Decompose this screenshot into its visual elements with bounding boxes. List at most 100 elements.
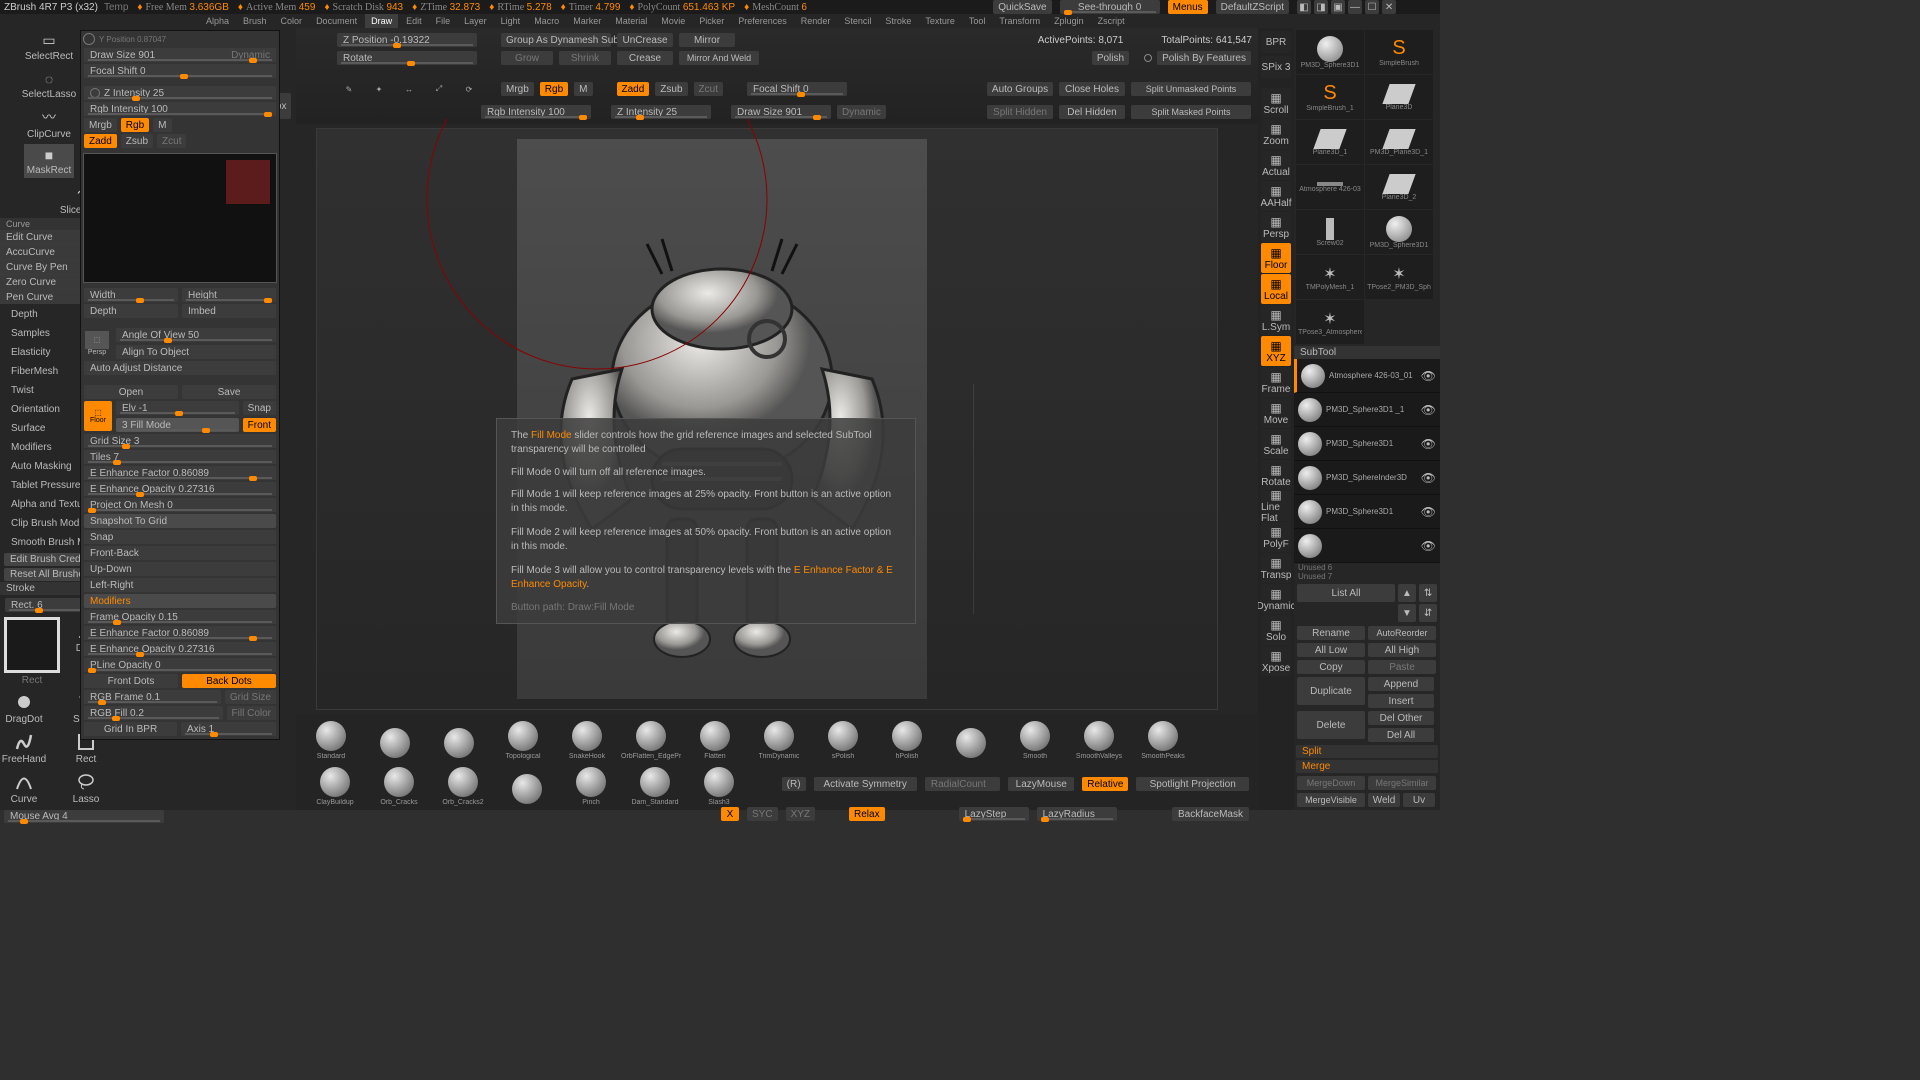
nav-move[interactable]: ▦Move xyxy=(1261,398,1291,428)
eeo2[interactable]: E Enhance Opacity 0.27316 xyxy=(84,642,276,656)
activate-symmetry[interactable]: Activate Symmetry xyxy=(814,777,917,791)
brush-dam_standard[interactable]: Dam_Standard xyxy=(624,762,686,806)
group-dynamesh[interactable]: Group As Dynamesh Sub xyxy=(501,33,611,47)
eef[interactable]: E Enhance Factor 0.86089 xyxy=(84,466,276,480)
tiles[interactable]: Tiles 7 xyxy=(84,450,276,464)
syc[interactable]: SYC xyxy=(747,807,778,821)
split-hdr[interactable]: Split xyxy=(1296,745,1438,758)
paste[interactable]: Paste xyxy=(1368,660,1436,674)
copy[interactable]: Copy xyxy=(1297,660,1365,674)
stroke-rect-icon[interactable] xyxy=(4,617,60,673)
defaultzscript-button[interactable]: DefaultZScript xyxy=(1216,0,1289,14)
edit-icon[interactable]: ✎ xyxy=(336,76,362,102)
brush-claybuildup[interactable]: ClayBuildup xyxy=(304,762,366,806)
brush-topological[interactable]: Topological xyxy=(492,716,554,760)
tool-selectrect[interactable]: ▭SelectRect xyxy=(24,30,74,64)
brush-slash3[interactable]: Slash3 xyxy=(688,762,750,806)
dyn2[interactable]: Dynamic xyxy=(837,105,886,119)
zintensity-slider[interactable]: Z Intensity 25 xyxy=(84,86,276,100)
focalshift-slider[interactable]: Focal Shift 0 xyxy=(84,64,276,78)
move-icon[interactable]: ↔ xyxy=(396,76,422,102)
tool-clipcurve[interactable]: 〰ClipCurve xyxy=(24,106,74,140)
tool-maskrect[interactable]: ■MaskRect xyxy=(24,144,74,178)
brush-smoothvalleys[interactable]: SmoothValleys xyxy=(1068,716,1130,760)
grow[interactable]: Grow xyxy=(501,51,553,65)
tool-thumb-9[interactable]: PM3D_Sphere3D1 xyxy=(1365,210,1433,254)
brush-spolish[interactable]: sPolish xyxy=(812,716,874,760)
spix[interactable]: SPix 3 xyxy=(1261,56,1291,78)
auto-adjust-distance[interactable]: Auto Adjust Distance xyxy=(84,361,276,375)
nav-rotate[interactable]: ▦Rotate xyxy=(1261,460,1291,490)
list-all[interactable]: List All xyxy=(1297,584,1395,602)
tool-thumb-4[interactable]: Plane3D_1 xyxy=(1296,120,1364,164)
stroke-dragdot-icon[interactable]: DragDot xyxy=(4,688,44,728)
menu-material[interactable]: Material xyxy=(609,14,653,28)
uv[interactable]: Uv xyxy=(1403,793,1435,807)
menu-document[interactable]: Document xyxy=(310,14,363,28)
tool-thumb-1[interactable]: SSimpleBrush xyxy=(1365,30,1433,74)
m[interactable]: M xyxy=(153,118,171,132)
mrgb[interactable]: Mrgb xyxy=(84,118,117,132)
subtool-row-3[interactable]: PM3D_SphereInder3D👁 xyxy=(1294,461,1440,495)
window-icon-2[interactable]: ◨ xyxy=(1314,0,1328,14)
brush-empty[interactable] xyxy=(940,716,1002,760)
window-icon-4[interactable]: — xyxy=(1348,0,1362,14)
rotate-slider[interactable]: Rotate xyxy=(337,51,477,65)
eye-icon[interactable]: 👁 xyxy=(1421,471,1436,485)
nav-zoom[interactable]: ▦Zoom xyxy=(1261,119,1291,149)
nav-actual[interactable]: ▦Actual xyxy=(1261,150,1291,180)
menu-movie[interactable]: Movie xyxy=(655,14,691,28)
brush-smoothpeaks[interactable]: SmoothPeaks xyxy=(1132,716,1194,760)
subtool-row-1[interactable]: PM3D_Sphere3D1 _1👁 xyxy=(1294,393,1440,427)
persp-icon[interactable]: ⬚ xyxy=(85,331,109,349)
relative[interactable]: Relative xyxy=(1082,777,1128,791)
menu-draw[interactable]: Draw xyxy=(365,14,398,28)
menu-layer[interactable]: Layer xyxy=(458,14,493,28)
rgb[interactable]: Rgb xyxy=(121,118,149,132)
open[interactable]: Open xyxy=(84,385,178,399)
menu-preferences[interactable]: Preferences xyxy=(732,14,793,28)
tool-thumb-0[interactable]: PM3D_Sphere3D1 xyxy=(1296,30,1364,74)
window-icon-5[interactable]: ☐ xyxy=(1365,0,1379,14)
snap[interactable]: Snap xyxy=(243,401,276,415)
nav-scale[interactable]: ▦Scale xyxy=(1261,429,1291,459)
brush-pinch[interactable]: Pinch xyxy=(560,762,622,806)
brush-snakehook[interactable]: SnakeHook xyxy=(556,716,618,760)
brush-empty[interactable] xyxy=(428,716,490,760)
mergedown[interactable]: MergeDown xyxy=(1297,776,1365,790)
append[interactable]: Append xyxy=(1368,677,1434,691)
mrgb2[interactable]: Mrgb xyxy=(501,82,534,96)
fillmode-slider[interactable]: 3 Fill Mode xyxy=(116,418,239,432)
brush-empty[interactable] xyxy=(364,716,426,760)
shrink[interactable]: Shrink xyxy=(559,51,611,65)
mirror[interactable]: Mirror xyxy=(679,33,735,47)
subtool-row-5[interactable]: 👁 xyxy=(1294,529,1440,563)
rgb2[interactable]: Rgb xyxy=(540,82,568,96)
nav-transp[interactable]: ▦Transp xyxy=(1261,553,1291,583)
tool-selectlasso[interactable]: ◌SelectLasso xyxy=(24,68,74,102)
window-icon-1[interactable]: ◧ xyxy=(1297,0,1311,14)
tool-thumb-7[interactable]: Plane3D_2 xyxy=(1365,165,1433,209)
menu-picker[interactable]: Picker xyxy=(693,14,730,28)
stroke-freehand-icon[interactable]: FreeHand xyxy=(4,728,44,768)
rgbfill[interactable]: RGB Fill 0.2 xyxy=(84,706,223,720)
gridsize2[interactable]: Grid Size xyxy=(225,690,276,704)
xyz[interactable]: XYZ xyxy=(786,807,815,821)
delete[interactable]: Delete xyxy=(1297,711,1365,739)
aov-slider[interactable]: Angle Of View 50 xyxy=(116,328,276,342)
menu-alpha[interactable]: Alpha xyxy=(200,14,235,28)
mergevisible[interactable]: MergeVisible xyxy=(1297,793,1365,807)
nav-xpose[interactable]: ▦Xpose xyxy=(1261,646,1291,676)
radialcount[interactable]: RadialCount xyxy=(925,777,1000,791)
lazymouse[interactable]: LazyMouse xyxy=(1008,777,1074,791)
zadd2[interactable]: Zadd xyxy=(617,82,650,96)
mouse-avg-slider[interactable]: Mouse Avg 4 xyxy=(4,810,164,823)
menu-edit[interactable]: Edit xyxy=(400,14,428,28)
weld[interactable]: Weld xyxy=(1368,793,1400,807)
menu-brush[interactable]: Brush xyxy=(237,14,273,28)
zadd[interactable]: Zadd xyxy=(84,134,117,148)
nav-frame[interactable]: ▦Frame xyxy=(1261,367,1291,397)
up-down[interactable]: Up-Down xyxy=(84,562,276,576)
window-close[interactable]: ✕ xyxy=(1382,0,1396,14)
brush-trimdynamic[interactable]: TrimDynamic xyxy=(748,716,810,760)
